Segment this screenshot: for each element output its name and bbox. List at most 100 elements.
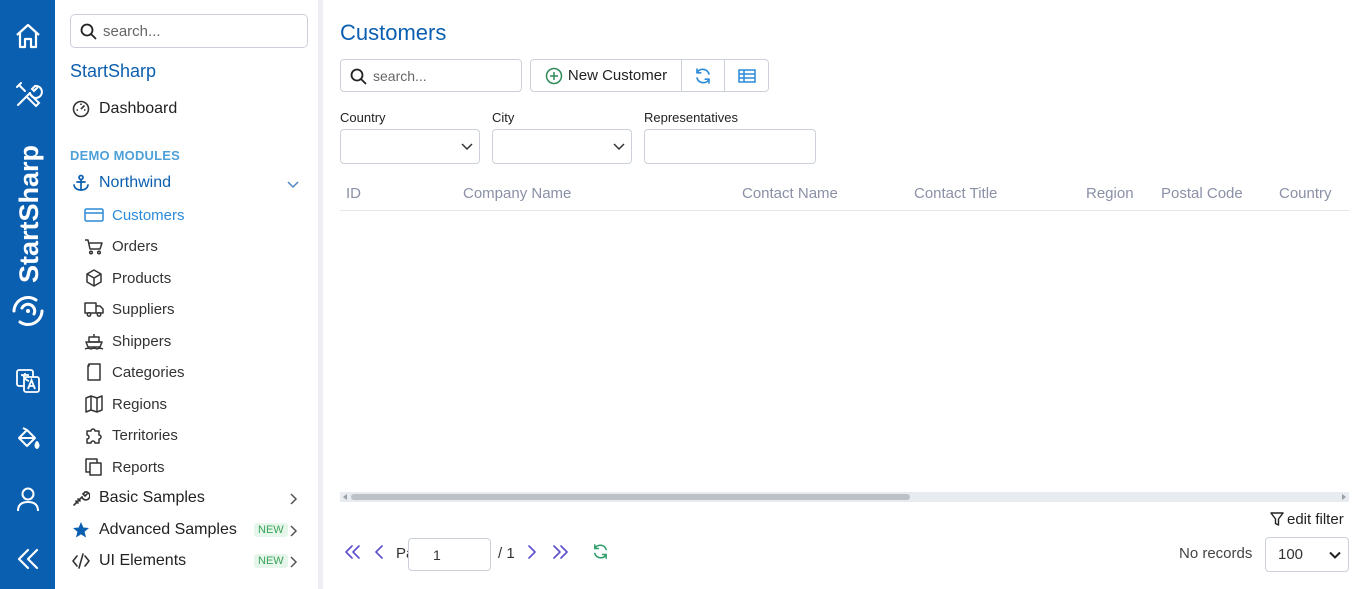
sidebar-item-label: Advanced Samples xyxy=(99,521,237,538)
page-title: Customers xyxy=(340,20,447,45)
column-picker-button[interactable] xyxy=(725,60,768,91)
sidebar-item-label: Orders xyxy=(112,237,158,255)
reload-icon[interactable] xyxy=(592,543,609,560)
category-icon xyxy=(87,363,101,381)
home-icon[interactable] xyxy=(0,11,55,61)
sidebar-item-customers[interactable]: Customers xyxy=(84,206,185,224)
chevron-down-icon xyxy=(1329,551,1341,559)
sidebar-section-title: DEMO MODULES xyxy=(70,148,181,163)
country-filter-label: Country xyxy=(340,110,386,125)
map-icon xyxy=(85,395,103,413)
filter-icon xyxy=(1270,512,1284,526)
credit-card-icon xyxy=(84,208,104,222)
sidebar-item-label: Northwind xyxy=(99,174,172,191)
brand-logo: StartSharp xyxy=(12,145,44,327)
sidebar-item-advanced-samples[interactable]: Advanced Samples NEW xyxy=(72,521,307,539)
page-number-input[interactable] xyxy=(408,538,491,571)
column-header-region[interactable]: Region xyxy=(1086,185,1134,202)
sidebar-item-orders[interactable]: Orders xyxy=(84,237,158,255)
page-size-select[interactable]: 100 xyxy=(1265,537,1349,572)
table-icon xyxy=(737,68,756,83)
code-icon xyxy=(72,553,90,569)
sidebar-item-shippers[interactable]: Shippers xyxy=(84,332,171,350)
cart-icon xyxy=(85,239,103,255)
sidebar-item-dashboard[interactable]: Dashboard xyxy=(72,100,177,118)
column-header-contact-title[interactable]: Contact Title xyxy=(914,185,997,202)
sidebar-item-basic-samples[interactable]: Basic Samples xyxy=(72,489,307,507)
country-filter-select[interactable] xyxy=(340,129,480,164)
sidebar-item-label: Categories xyxy=(112,363,185,381)
sidebar-item-categories[interactable]: Categories xyxy=(84,363,185,381)
sidebar-item-regions[interactable]: Regions xyxy=(84,395,167,413)
page-count: / 1 xyxy=(498,545,515,562)
new-badge: NEW xyxy=(254,523,288,537)
puzzle-icon xyxy=(86,428,102,444)
toolbar: New Customer xyxy=(530,59,769,92)
city-filter-label: City xyxy=(492,110,515,125)
column-header-company-name[interactable]: Company Name xyxy=(463,185,571,202)
sidebar-item-label: Products xyxy=(112,269,172,287)
box-icon xyxy=(86,269,102,287)
new-customer-button[interactable]: New Customer xyxy=(531,60,682,91)
translate-icon[interactable] xyxy=(0,356,55,406)
new-badge: NEW xyxy=(254,554,288,568)
icon-rail: StartSharp xyxy=(0,0,55,589)
sidebar-item-suppliers[interactable]: Suppliers xyxy=(84,300,175,318)
add-circle-icon xyxy=(545,67,563,84)
grid-search-input[interactable] xyxy=(373,66,513,86)
sidebar-title[interactable]: StartSharp xyxy=(70,61,156,82)
chevron-right-icon xyxy=(290,525,298,537)
city-filter-select[interactable] xyxy=(492,129,632,164)
chevron-down-icon xyxy=(287,181,299,189)
chevron-right-icon xyxy=(290,493,298,505)
main-content: Customers New Customer Country City Repr… xyxy=(323,0,1366,589)
refresh-icon xyxy=(696,67,710,84)
horizontal-scrollbar[interactable] xyxy=(340,492,1349,502)
paint-bucket-icon[interactable] xyxy=(0,414,55,464)
user-icon[interactable] xyxy=(0,474,55,524)
scroll-left-icon[interactable] xyxy=(342,494,348,500)
next-page-icon[interactable] xyxy=(527,545,537,559)
representatives-filter-input[interactable] xyxy=(644,129,816,164)
reports-icon xyxy=(85,458,102,476)
sidebar-search[interactable] xyxy=(70,14,308,48)
column-header-contact-name[interactable]: Contact Name xyxy=(742,185,838,202)
first-page-icon[interactable] xyxy=(345,545,361,559)
chevron-down-icon xyxy=(461,143,473,151)
sidebar-item-northwind[interactable]: Northwind xyxy=(72,174,307,192)
representatives-filter-label: Representatives xyxy=(644,110,738,125)
grid-header: ID Company Name Contact Name Contact Tit… xyxy=(340,176,1349,211)
column-header-id[interactable]: ID xyxy=(346,185,361,202)
last-page-icon[interactable] xyxy=(552,545,568,559)
sidebar-item-ui-elements[interactable]: UI Elements NEW xyxy=(72,552,307,570)
edit-filter-link[interactable]: edit filter xyxy=(1270,511,1344,528)
chevron-right-icon xyxy=(290,556,298,568)
new-customer-label: New Customer xyxy=(567,67,668,84)
sidebar-search-input[interactable] xyxy=(103,21,298,41)
column-header-postal-code[interactable]: Postal Code xyxy=(1161,185,1243,202)
scrollbar-thumb[interactable] xyxy=(351,494,910,500)
sidebar-item-label: Customers xyxy=(112,206,185,224)
wrench-icon xyxy=(73,491,90,506)
sidebar-item-label: Reports xyxy=(112,458,165,476)
refresh-button[interactable] xyxy=(682,60,725,91)
sidebar-item-label: Regions xyxy=(112,395,168,413)
edit-filter-label: edit filter xyxy=(1287,511,1344,528)
sidebar-item-reports[interactable]: Reports xyxy=(84,458,165,476)
scroll-right-icon[interactable] xyxy=(1341,494,1347,500)
search-icon xyxy=(80,23,97,40)
sidebar-item-label: Territories xyxy=(112,426,178,444)
records-status: No records xyxy=(1179,545,1253,562)
sidebar-item-territories[interactable]: Territories xyxy=(84,426,178,444)
chevron-down-icon xyxy=(613,143,625,151)
collapse-icon[interactable] xyxy=(0,534,55,584)
search-icon xyxy=(350,68,367,85)
truck-icon xyxy=(84,302,104,317)
sidebar-item-label: Basic Samples xyxy=(99,489,205,506)
sidebar-item-label: Suppliers xyxy=(112,300,175,318)
grid-search[interactable] xyxy=(340,59,522,92)
tools-icon[interactable] xyxy=(0,70,55,120)
sidebar-item-products[interactable]: Products xyxy=(84,269,171,287)
previous-page-icon[interactable] xyxy=(374,545,384,559)
column-header-country[interactable]: Country xyxy=(1279,185,1332,202)
